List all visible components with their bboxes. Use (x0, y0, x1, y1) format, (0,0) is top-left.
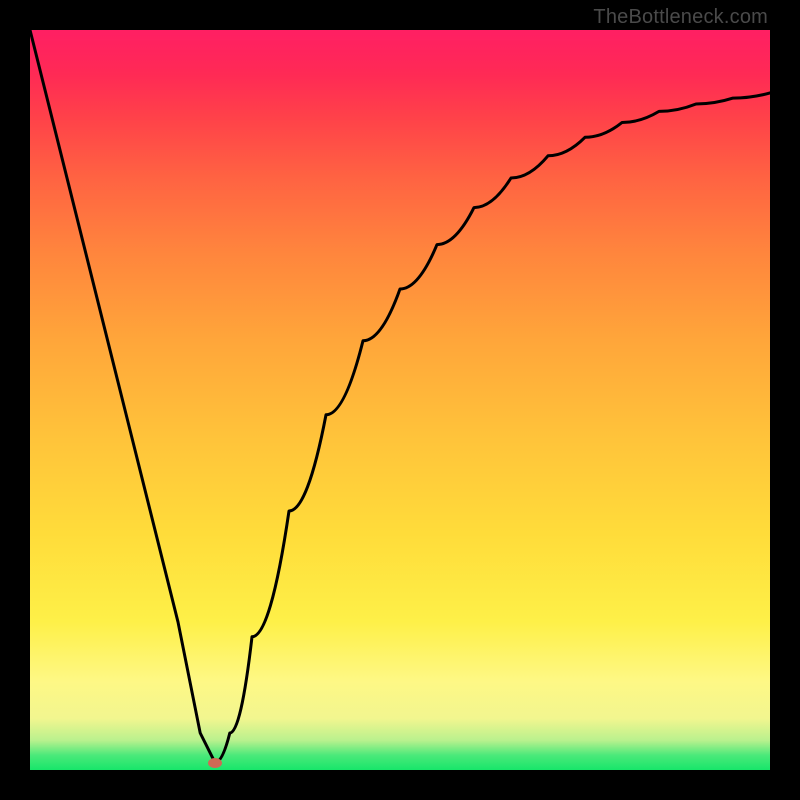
bottleneck-curve (30, 30, 770, 770)
plot-area (30, 30, 770, 770)
watermark-label: TheBottleneck.com (593, 6, 768, 29)
chart-frame: TheBottleneck.com (0, 0, 800, 800)
curve-path (30, 30, 770, 763)
optimal-marker (208, 758, 222, 768)
